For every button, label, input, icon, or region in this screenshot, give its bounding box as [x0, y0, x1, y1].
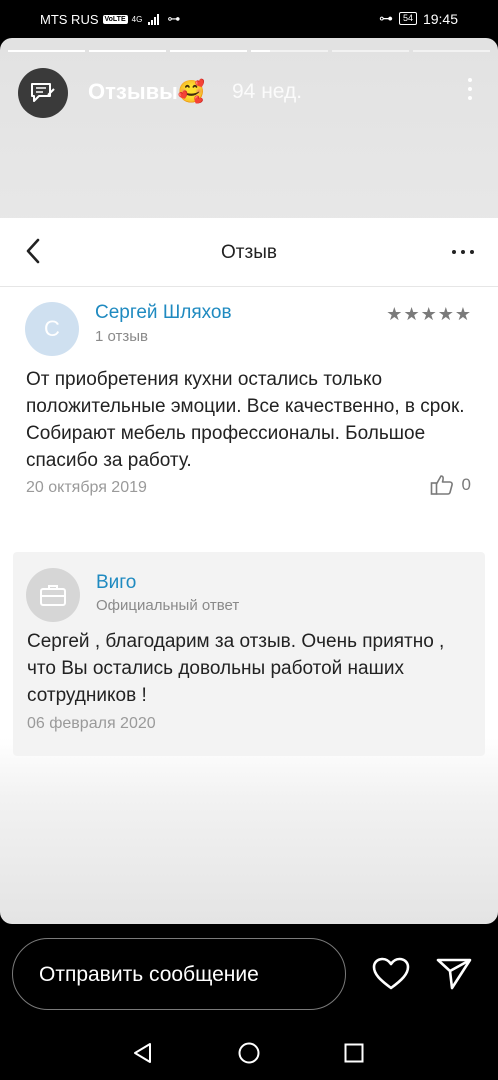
- heart-icon[interactable]: [372, 957, 410, 991]
- story-header: Отзывы🥰 94 нед.: [18, 66, 480, 126]
- answer-date: 06 февраля 2020: [27, 715, 156, 732]
- briefcase-icon: [40, 585, 66, 606]
- progress-segment: [170, 50, 247, 52]
- story-title[interactable]: Отзывы🥰: [88, 79, 205, 105]
- nav-back-icon[interactable]: [132, 1042, 154, 1064]
- chat-edit-icon: [31, 83, 55, 102]
- review-topbar: Отзыв: [0, 218, 498, 287]
- nav-home-icon[interactable]: [238, 1042, 260, 1064]
- review-date: 20 октября 2019: [26, 479, 147, 496]
- answer-text: Сергей , благодарим за отзыв. Очень прия…: [27, 631, 445, 706]
- status-bar: MTS RUS VoLTE 4G ⊶ ⊶ 54 19:45: [0, 0, 498, 38]
- company-avatar: [26, 568, 80, 622]
- progress-segment: [89, 50, 166, 52]
- rating-stars: ★ ★ ★ ★ ★: [386, 304, 471, 325]
- status-right: ⊶ 54 19:45: [379, 10, 458, 27]
- key-icon: ⊶: [167, 11, 181, 26]
- signal-icon: [148, 13, 160, 25]
- system-nav-bar: [0, 1024, 498, 1080]
- story-avatar[interactable]: [18, 68, 68, 118]
- status-left: MTS RUS VoLTE 4G ⊶: [40, 11, 180, 27]
- star-icon: ★: [403, 304, 420, 324]
- like-count: 0: [461, 475, 471, 494]
- volte-badge: VoLTE: [102, 14, 128, 24]
- clock: 19:45: [422, 10, 458, 27]
- progress-segment: [8, 50, 85, 52]
- network-type: 4G: [131, 14, 143, 24]
- message-placeholder: Отправить сообщение: [39, 963, 259, 986]
- story-menu-button[interactable]: [466, 78, 474, 100]
- story-viewer[interactable]: Отзывы🥰 94 нед. Отзыв С Сергей Шляхов 1 …: [0, 38, 498, 924]
- story-progress: [8, 50, 490, 52]
- review-text: От приобретения кухни остались только по…: [26, 369, 465, 471]
- reviewer-name[interactable]: Сергей Шляхов: [95, 302, 232, 324]
- page-title: Отзыв: [221, 242, 277, 263]
- progress-segment: [251, 50, 328, 52]
- key-icon: ⊶: [378, 10, 393, 26]
- star-icon: ★: [386, 304, 403, 324]
- reviewer-avatar: С: [25, 302, 79, 356]
- carrier-name: MTS RUS: [40, 11, 99, 27]
- star-icon: ★: [437, 304, 454, 324]
- send-icon[interactable]: [436, 957, 472, 991]
- thumbs-up-icon: [430, 475, 453, 495]
- star-icon: ★: [454, 304, 471, 324]
- story-time-ago: 94 нед.: [232, 80, 303, 103]
- progress-segment: [332, 50, 409, 52]
- official-answer: Виго Официальный ответ Сергей , благодар…: [13, 552, 485, 756]
- message-input[interactable]: Отправить сообщение: [12, 938, 346, 1010]
- review-card: Отзыв С Сергей Шляхов 1 отзыв ★ ★ ★ ★ ★ …: [0, 218, 498, 756]
- like-button[interactable]: 0: [430, 474, 471, 496]
- nav-recents-icon[interactable]: [344, 1043, 364, 1063]
- star-icon: ★: [420, 304, 437, 324]
- reviewer-reviews-count: 1 отзыв: [95, 328, 149, 345]
- company-name[interactable]: Виго: [96, 572, 136, 594]
- message-bar: Отправить сообщение: [0, 924, 498, 1024]
- more-icon[interactable]: [452, 250, 474, 254]
- answer-role: Официальный ответ: [96, 597, 240, 614]
- battery-icon: 54: [398, 12, 417, 25]
- progress-segment: [413, 50, 490, 52]
